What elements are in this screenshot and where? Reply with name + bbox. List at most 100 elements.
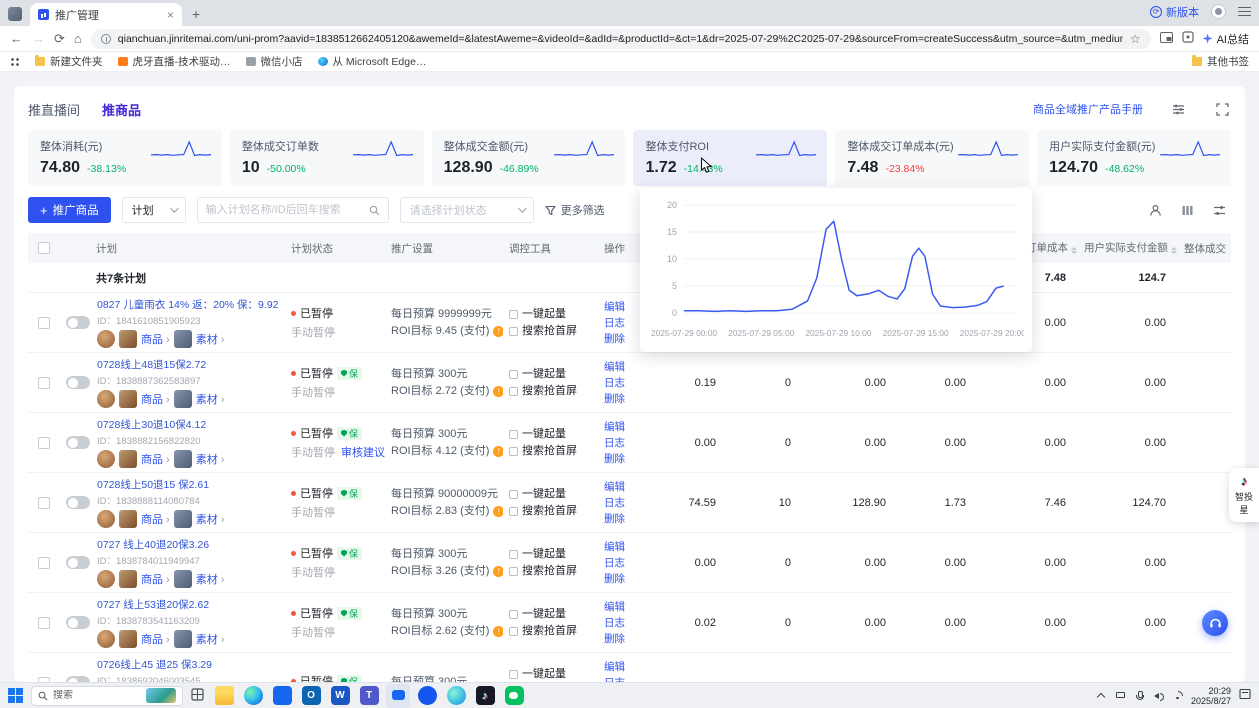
extensions-icon[interactable] [1182,31,1194,46]
ai-summary-button[interactable]: AI总结 [1203,31,1249,47]
pip-icon[interactable] [1160,32,1173,46]
one-click-boost-link[interactable]: 一键起量 [522,606,566,623]
plan-search[interactable] [197,197,389,223]
edit-link[interactable]: 编辑 [604,419,642,435]
log-link[interactable]: 日志 [604,315,642,331]
plan-toggle[interactable] [66,316,90,329]
one-click-boost-link[interactable]: 一键起量 [522,666,566,683]
sort-icon[interactable] [1171,244,1177,257]
delete-link[interactable]: 删除 [604,451,642,467]
metric-card[interactable]: 整体支付ROI 1.72 -14.43% [633,130,827,186]
bookmark-item[interactable]: 从 Microsoft Edge… [318,54,427,69]
promote-product-button[interactable]: +推广商品 [28,197,111,223]
select-all-checkbox[interactable] [38,242,50,254]
row-checkbox[interactable] [38,377,50,389]
search-topview-link[interactable]: 搜索抢首屏 [522,383,577,400]
plan-search-input[interactable] [206,204,364,216]
bookmark-item[interactable]: 微信小店 [246,54,303,69]
sort-icon[interactable] [1071,244,1077,257]
forward-button[interactable]: → [32,32,45,45]
taskbar-search-input[interactable] [53,690,109,701]
notification-icon[interactable] [1239,688,1251,703]
delete-link[interactable]: 删除 [604,571,642,587]
share-settings-icon[interactable] [1143,198,1167,222]
product-manual-link[interactable]: 商品全域推广产品手册 [1033,101,1143,117]
material-link[interactable]: 素材 [196,511,225,527]
browser-tab[interactable]: 推广管理 × [30,3,182,26]
metric-card[interactable]: 整体成交订单成本(元) 7.48 -23.84% [835,130,1029,186]
metric-card[interactable]: 整体成交订单数 10 -50.00% [230,130,424,186]
product-link[interactable]: 商品 [141,631,170,647]
profile-avatar[interactable] [1211,4,1226,19]
task-view-icon[interactable] [191,688,204,704]
log-link[interactable]: 日志 [604,555,642,571]
assistant-widget[interactable]: ♪ 智投星 [1229,468,1259,522]
edit-link[interactable]: 编辑 [604,359,642,375]
tab-promote-live[interactable]: 推直播间 [28,100,80,119]
search-topview-link[interactable]: 搜索抢首屏 [522,623,577,640]
menu-icon[interactable] [1238,7,1251,17]
material-link[interactable]: 素材 [196,571,225,587]
log-link[interactable]: 日志 [604,675,642,683]
plan-name-link[interactable]: 0727 线上40退20保3.26 [97,537,224,552]
material-link[interactable]: 素材 [196,451,225,467]
plan-toggle[interactable] [66,376,90,389]
bookmark-item[interactable]: 新建文件夹 [35,54,103,69]
fullscreen-icon[interactable] [1213,100,1231,118]
new-tab-button[interactable]: + [192,7,200,21]
row-checkbox[interactable] [38,317,50,329]
log-link[interactable]: 日志 [604,495,642,511]
other-bookmarks-button[interactable]: 其他书签 [1192,54,1249,69]
table-settings-icon[interactable] [1207,198,1231,222]
plan-name-link[interactable]: 0728线上30退10保4.12 [97,417,224,432]
row-checkbox[interactable] [38,557,50,569]
network-icon[interactable] [1172,690,1183,701]
product-link[interactable]: 商品 [141,511,170,527]
one-click-boost-link[interactable]: 一键起量 [522,546,566,563]
home-button[interactable]: ⌂ [74,32,82,45]
material-link[interactable]: 素材 [196,391,225,407]
col-header-overall[interactable]: 整体成交 [1178,241,1231,256]
delete-link[interactable]: 删除 [604,631,642,647]
plan-name-link[interactable]: 0827 儿童雨衣 14% 返：20% 保：9.92 [97,297,279,312]
plan-name-link[interactable]: 0726线上45 退25 保3.29 [97,657,224,672]
volume-icon[interactable] [1153,690,1164,701]
plan-toggle[interactable] [66,436,90,449]
product-link[interactable]: 商品 [141,451,170,467]
product-link[interactable]: 商品 [141,331,170,347]
start-button[interactable] [8,688,23,703]
search-topview-link[interactable]: 搜索抢首屏 [522,563,577,580]
one-click-boost-link[interactable]: 一键起量 [522,366,566,383]
metric-card[interactable]: 用户实际支付金额(元) 124.70 -48.62% [1037,130,1231,186]
plan-type-select[interactable]: 计划 [122,197,186,223]
delete-link[interactable]: 删除 [604,331,642,347]
refresh-button[interactable]: ⟳ [54,32,65,45]
delete-link[interactable]: 删除 [604,391,642,407]
display-icon[interactable] [1115,690,1126,701]
back-button[interactable]: ← [10,32,23,45]
bookmark-star-icon[interactable]: ☆ [1130,32,1141,46]
search-topview-link[interactable]: 搜索抢首屏 [522,323,577,340]
one-click-boost-link[interactable]: 一键起量 [522,426,566,443]
plan-toggle[interactable] [66,496,90,509]
material-link[interactable]: 素材 [196,331,225,347]
edit-link[interactable]: 编辑 [604,539,642,555]
one-click-boost-link[interactable]: 一键起量 [522,486,566,503]
taskbar-clock[interactable]: 20:29 2025/8/27 [1191,686,1231,706]
metric-card[interactable]: 整体消耗(元) 74.80 -38.13% [28,130,222,186]
plan-toggle[interactable] [66,616,90,629]
url-bar[interactable]: qianchuan.jinritemai.com/uni-prom?aavid=… [91,29,1151,49]
log-link[interactable]: 日志 [604,375,642,391]
one-click-boost-link[interactable]: 一键起量 [522,306,566,323]
tray-expand-icon[interactable] [1096,690,1107,701]
product-link[interactable]: 商品 [141,571,170,587]
plan-status-select[interactable]: 请选择计划状态 [400,197,534,223]
more-filters-button[interactable]: 更多筛选 [545,202,605,218]
col-header-user-pay[interactable]: 用户实际支付金额 [1078,240,1178,257]
bookmark-item[interactable]: 虎牙直播-技术驱动… [118,54,231,69]
mic-icon[interactable] [1134,690,1145,701]
plan-name-link[interactable]: 0728线上50退15 保2.61 [97,477,224,492]
delete-link[interactable]: 删除 [604,511,642,527]
log-link[interactable]: 日志 [604,435,642,451]
tab-close-icon[interactable]: × [167,8,174,22]
